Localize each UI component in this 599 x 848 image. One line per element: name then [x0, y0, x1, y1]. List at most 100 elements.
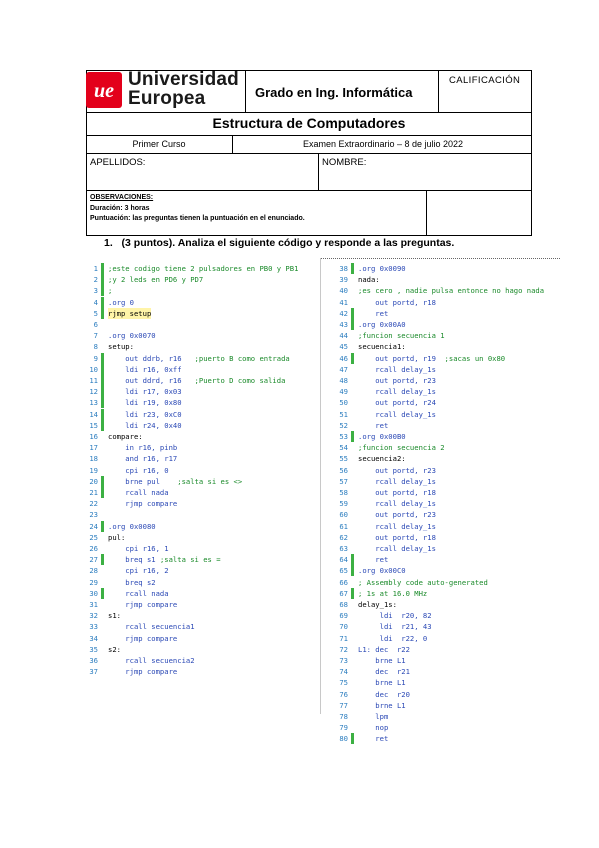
line-number: 75 [339, 678, 348, 688]
code-line: 32 s1: [84, 610, 316, 621]
code-line: 4 .org 0 [84, 296, 316, 308]
line-number: 55 [339, 454, 348, 464]
code-text: ; [108, 286, 113, 296]
code-text: out portd, r18 [358, 488, 436, 497]
code-line: 49 rcall delay_1s [334, 386, 564, 397]
code-line: 24 .org 0x0080 [84, 520, 316, 532]
line-number: 46 [339, 353, 348, 363]
line-number: 61 [339, 521, 348, 531]
code-text: out portd, r23 [358, 510, 436, 520]
line-number: 56 [339, 465, 348, 475]
observations-label: OBSERVACIONES: [90, 194, 154, 201]
change-marker [101, 419, 104, 431]
line-number: 59 [339, 499, 348, 509]
code-panel-top-edge [320, 258, 560, 262]
surname-field[interactable]: APELLIDOS: [90, 157, 145, 168]
code-text: and r16, r17 [108, 454, 178, 464]
line-number: 70 [339, 622, 348, 632]
code-line: 65 .org 0x00C0 [334, 565, 564, 577]
code-line: 35 s2: [84, 644, 316, 655]
line-number: 57 [339, 476, 348, 486]
line-number: 51 [339, 409, 348, 419]
code-line: 15 ldi r24, 0x40 [84, 419, 316, 431]
code-text: out ddrd, r16 ;Puerto D como salida [108, 375, 285, 386]
line-number: 74 [339, 667, 348, 677]
question-text: (3 puntos). Analiza el siguiente código … [121, 237, 455, 249]
course-year: Primer Curso [132, 139, 186, 149]
line-number: 71 [339, 633, 348, 643]
line-number: 78 [339, 712, 348, 721]
line-number: 69 [339, 611, 348, 621]
line-number: 32 [89, 611, 98, 621]
line-number: 5 [93, 308, 98, 318]
code-line: 57 rcall delay_1s [334, 476, 564, 487]
change-marker [351, 554, 354, 566]
line-number: 13 [89, 398, 98, 408]
line-number: 7 [93, 331, 98, 341]
line-number: 65 [339, 566, 348, 576]
header-divider [232, 135, 233, 153]
code-text: out portd, r23 [358, 465, 436, 475]
code-text: ret [358, 308, 389, 318]
code-line: 18 and r16, r17 [84, 453, 316, 464]
code-text: ;funcion secuencia 2 [358, 443, 445, 453]
code-line: 56 out portd, r23 [334, 465, 564, 476]
code-text: ldi r16, 0xff [108, 364, 182, 374]
code-text: out portd, r23 [358, 376, 436, 385]
header-divider [86, 112, 532, 113]
code-text: .org 0x0070 [108, 331, 156, 341]
line-number: 52 [339, 420, 348, 430]
code-text: setup: [108, 342, 134, 352]
code-line: 71 ldi r22, 0 [334, 633, 564, 644]
code-line: 52 ret [334, 420, 564, 431]
ue-logo-icon: ue [86, 72, 122, 108]
change-marker [101, 352, 104, 364]
code-text: brne L1 [358, 678, 406, 688]
line-number: 27 [89, 555, 98, 565]
code-line: 75 brne L1 [334, 677, 564, 688]
question-number: 1. [104, 237, 113, 249]
line-number: 29 [89, 577, 98, 587]
line-number: 16 [89, 432, 98, 441]
code-line: 53 .org 0x00B0 [334, 431, 564, 442]
line-number: 24 [89, 521, 98, 531]
code-line: 10 ldi r16, 0xff [84, 363, 316, 375]
code-text: out ddrb, r16 ;puerto B como entrada [108, 353, 290, 364]
code-line: 26 cpi r16, 1 [84, 543, 316, 554]
code-line: 20 brne pul ;salta si es <> [84, 475, 316, 487]
code-line: 64 ret [334, 554, 564, 566]
line-number: 19 [89, 465, 98, 475]
header-divider [86, 190, 532, 191]
code-comment: ;puerto B como entrada [194, 353, 290, 363]
line-number: 34 [89, 633, 98, 643]
header-divider [438, 70, 439, 112]
name-field[interactable]: NOMBRE: [322, 157, 366, 168]
code-text: rcall delay_1s [358, 544, 436, 553]
code-comment: ;Puerto D como salida [194, 376, 286, 385]
code-text: nop [358, 723, 389, 733]
code-text: ;funcion secuencia 1 [358, 331, 445, 341]
change-marker [101, 363, 104, 375]
code-line: 17 in r16, pinb [84, 442, 316, 453]
code-text: cpi r16, 0 [108, 465, 169, 475]
code-instruction: out ddrb, r16 [108, 353, 195, 363]
line-number: 2 [93, 275, 98, 285]
code-text: brne pul ;salta si es <> [108, 476, 242, 487]
code-text: ldi r23, 0xC0 [108, 409, 182, 419]
code-instruction: out ddrd, r16 [108, 376, 195, 385]
code-text: cpi r16, 2 [108, 566, 169, 576]
change-marker [101, 397, 104, 409]
code-line: 60 out portd, r23 [334, 509, 564, 520]
code-text: secuencia1: [358, 342, 406, 352]
line-number: 58 [339, 488, 348, 497]
code-instruction: out portd, r19 [358, 353, 445, 363]
line-number: 38 [339, 264, 348, 273]
line-number: 63 [339, 544, 348, 553]
code-text: ldi r21, 43 [358, 622, 432, 632]
code-line: 39 nada: [334, 274, 564, 285]
code-line: 76 dec r20 [334, 689, 564, 700]
header-divider [426, 190, 427, 236]
code-text: in r16, pinb [108, 443, 178, 453]
code-text: brne L1 [358, 656, 406, 665]
line-number: 10 [89, 364, 98, 374]
